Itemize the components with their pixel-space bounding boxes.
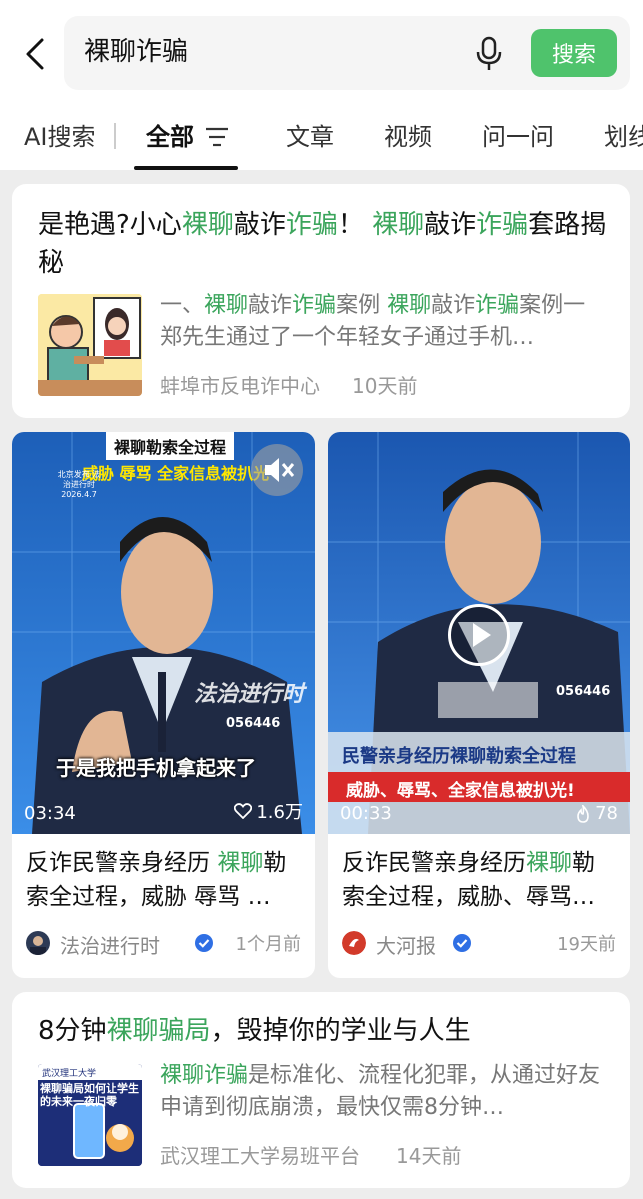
video-thumbnail[interactable]: 056446 民警亲身经历裸聊勒索全过程 威胁、辱骂、全家信息被扒光! 00:3…	[328, 432, 630, 834]
article-result-card[interactable]: 是艳遇?小心裸聊敲诈诈骗！ 裸聊敲诈诈骗套路揭秘 一、裸聊敲诈诈骗案例 裸聊敲诈…	[12, 184, 630, 418]
play-button[interactable]	[448, 604, 510, 666]
text-segment: 敲诈	[248, 293, 293, 318]
text-segment: ！	[337, 210, 373, 240]
search-input[interactable]: 裸聊诈骗	[84, 34, 188, 70]
article-source[interactable]: 蚌埠市反电诈中心	[160, 370, 320, 399]
article-snippet: 裸聊诈骗是标准化、流程化犯罪，从通过好友申请到彻底崩溃，最快仅需8分钟…	[160, 1060, 606, 1124]
tab-all[interactable]: 全部	[146, 120, 194, 154]
text-segment: 反诈民警亲身经历	[342, 850, 526, 876]
video-caption: 民警亲身经历裸聊勒索全过程	[342, 746, 576, 767]
video-watermark: 法治进行时	[194, 682, 305, 707]
highlighted-keyword: 裸聊	[181, 210, 234, 240]
video-source[interactable]: 法治进行时	[60, 930, 160, 959]
video-title[interactable]: 反诈民警亲身经历 裸聊勒索全过程，威胁 辱骂 …	[26, 846, 301, 914]
video-banner-sub: 威胁 辱骂 全家信息被扒光	[82, 464, 270, 483]
filter-icon[interactable]	[205, 126, 229, 148]
tab-highlights[interactable]: 划线	[604, 120, 643, 154]
text-segment: 反诈民警亲身经历	[26, 850, 218, 876]
article-thumbnail: 武汉理工大学 裸聊骗局如何让学生的未来一夜归零	[38, 1064, 142, 1166]
thumb-header: 武汉理工大学	[42, 1069, 97, 1079]
highlighted-keyword: 裸聊	[372, 210, 425, 240]
article-snippet: 一、裸聊敲诈诈骗案例 裸聊敲诈诈骗案例一 郑先生通过了一个年轻女子通过手机…	[160, 290, 606, 354]
blurred-region	[438, 682, 538, 718]
highlighted-keyword: 裸聊	[217, 850, 264, 876]
highlighted-keyword: 裸聊	[387, 293, 432, 318]
video-caption-red: 威胁、辱骂、全家信息被扒光!	[346, 781, 575, 801]
article-time: 10天前	[352, 374, 418, 398]
verified-icon	[195, 934, 213, 952]
text-segment: 敲诈	[233, 210, 286, 240]
tab-articles[interactable]: 文章	[286, 120, 334, 154]
text-segment: 8分钟	[38, 1016, 107, 1046]
video-result-card[interactable]: 裸聊勒索全过程 威胁 辱骂 全家信息被扒光 北京发布 法治进行时 2026.4.…	[12, 432, 315, 978]
video-likes-count: 78	[595, 803, 618, 824]
channel-avatar[interactable]	[342, 931, 366, 955]
heart-icon	[234, 803, 253, 819]
video-meta: 大河报 19天前	[342, 930, 616, 959]
tab-divider	[114, 123, 116, 149]
article-thumbnail	[38, 294, 142, 396]
video-source[interactable]: 大河报	[376, 930, 436, 959]
text-segment: 敲诈	[424, 210, 477, 240]
text-segment: 是艳遇?小心	[38, 210, 182, 240]
text-segment: ，毁掉你的学业与人生	[210, 1016, 471, 1046]
channel-avatar[interactable]	[26, 931, 50, 955]
police-badge: 056446	[226, 716, 281, 731]
tab-ask[interactable]: 问一问	[482, 120, 554, 154]
article-source[interactable]: 武汉理工大学易班平台	[160, 1140, 360, 1169]
video-banner: 裸聊勒索全过程	[106, 432, 235, 460]
article-result-card[interactable]: 8分钟裸聊骗局，毁掉你的学业与人生 武汉理工大学 裸聊骗局如何让学生的未来一夜归…	[12, 992, 630, 1188]
video-duration: 00:33	[340, 803, 392, 824]
article-title[interactable]: 是艳遇?小心裸聊敲诈诈骗！ 裸聊敲诈诈骗套路揭秘	[38, 206, 608, 282]
video-likes-count: 1.6万	[256, 802, 303, 823]
play-icon	[473, 623, 491, 647]
header: 裸聊诈骗 搜索 AI搜索 全部 文章 视频 问一问 划线	[0, 0, 643, 170]
tab-ai-search[interactable]: AI搜索	[24, 120, 96, 154]
active-tab-indicator	[134, 166, 238, 170]
thumb-text: 裸聊骗局如何让学生的未来一夜归零	[40, 1082, 139, 1108]
text-segment: 一、	[160, 293, 205, 318]
search-button[interactable]: 搜索	[531, 29, 617, 77]
mute-button[interactable]	[251, 444, 303, 496]
highlighted-keyword: 诈骗	[476, 210, 529, 240]
video-likes: 78	[575, 803, 618, 824]
mute-icon	[265, 458, 295, 482]
article-title[interactable]: 8分钟裸聊骗局，毁掉你的学业与人生	[38, 1012, 608, 1050]
article-time: 14天前	[396, 1144, 462, 1168]
video-subtitle: 于是我把手机拿起来了	[56, 756, 256, 780]
back-arrow-icon[interactable]	[20, 34, 52, 74]
verified-icon	[453, 934, 471, 952]
video-result-card[interactable]: 056446 民警亲身经历裸聊勒索全过程 威胁、辱骂、全家信息被扒光! 00:3…	[328, 432, 630, 978]
tab-bar: AI搜索 全部 文章 视频 问一问 划线	[0, 110, 643, 170]
highlighted-keyword: 裸聊	[204, 293, 249, 318]
highlighted-keyword: 裸聊	[526, 850, 572, 876]
highlighted-keyword: 诈骗	[475, 293, 520, 318]
text-segment: 敲诈	[431, 293, 476, 318]
text-segment: 案例	[336, 293, 388, 318]
highlighted-keyword: 诈骗	[292, 293, 337, 318]
video-caption-bar: 威胁、辱骂、全家信息被扒光!	[328, 772, 630, 802]
search-bar[interactable]: 裸聊诈骗 搜索	[64, 16, 630, 90]
microphone-icon[interactable]	[474, 36, 504, 72]
highlighted-keyword: 裸聊骗局	[106, 1016, 211, 1046]
video-time: 1个月前	[235, 934, 301, 955]
video-time: 19天前	[557, 934, 616, 955]
video-corner-tag: 北京发布 法治进行时 2026.4.7	[57, 470, 101, 499]
video-meta: 法治进行时 1个月前	[26, 930, 301, 959]
police-badge: 056446	[556, 684, 611, 699]
highlighted-keyword: 诈骗	[285, 210, 338, 240]
flame-icon	[577, 804, 589, 823]
video-duration: 03:34	[24, 803, 76, 824]
tab-videos[interactable]: 视频	[384, 120, 432, 154]
video-thumbnail[interactable]: 裸聊勒索全过程 威胁 辱骂 全家信息被扒光 北京发布 法治进行时 2026.4.…	[12, 432, 315, 834]
video-title[interactable]: 反诈民警亲身经历裸聊勒索全过程，威胁、辱骂…	[342, 846, 616, 914]
highlighted-keyword: 裸聊诈骗	[160, 1063, 249, 1088]
video-likes: 1.6万	[234, 798, 303, 824]
